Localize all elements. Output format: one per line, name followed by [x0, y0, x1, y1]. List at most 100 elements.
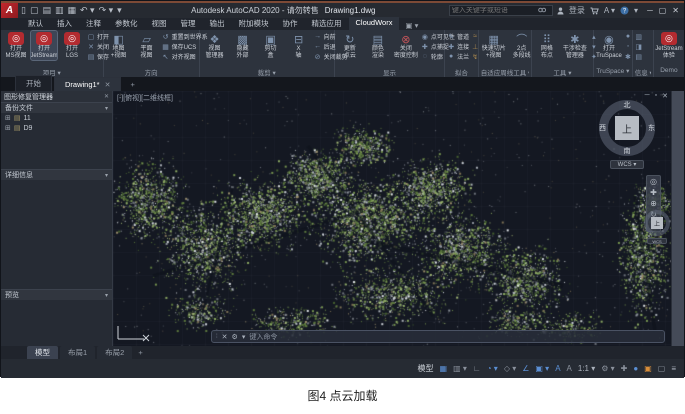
- help-icon[interactable]: ?: [620, 6, 629, 15]
- quick-slice-view-button[interactable]: ▦ 快速切片 +视图: [481, 31, 507, 60]
- layout-tab-layout1[interactable]: 布局1: [60, 346, 95, 359]
- wcs-dropdown[interactable]: WCS ▾: [610, 160, 644, 169]
- polar-tracking-toggle[interactable]: ◔ ▾: [487, 364, 498, 373]
- grid-display-toggle[interactable]: ▦: [440, 364, 448, 373]
- viewcube-compass-ring[interactable]: 北 南 西 东 上: [599, 100, 655, 156]
- viewcube[interactable]: 北 南 西 东 上 WCS ▾: [596, 100, 658, 169]
- fit-pipe-button[interactable]: ✎管道≈: [447, 32, 479, 41]
- annotation-scale-control[interactable]: 1:1 ▾: [578, 364, 595, 373]
- command-close-icon[interactable]: ✕: [222, 333, 228, 341]
- object-snap-tracking-toggle[interactable]: ∠: [522, 364, 529, 373]
- command-recent-dropdown-icon[interactable]: ▾: [242, 333, 246, 341]
- map-view-button[interactable]: ◧ 地图 +视图: [106, 31, 132, 60]
- save-as-button[interactable]: ▥: [55, 5, 64, 16]
- info-extra-1[interactable]: ▥: [635, 32, 643, 41]
- truspace-mini-viewcube[interactable]: ─ ▫ 上 WCS: [639, 203, 671, 244]
- file-tab-drawing1[interactable]: Drawing1* ✕: [54, 77, 121, 91]
- clean-screen-toggle[interactable]: ▢: [658, 364, 666, 373]
- tab-manage[interactable]: 管理: [174, 17, 203, 30]
- annotation-monitor-toggle[interactable]: ✚: [621, 364, 628, 373]
- open-file-button[interactable]: ▢: [30, 5, 39, 16]
- backup-file-item[interactable]: ⊞ ▤ 11: [1, 113, 112, 123]
- expand-icon[interactable]: ⊞: [5, 124, 11, 132]
- undo-button[interactable]: ↶ ▾: [80, 5, 95, 16]
- hide-outside-button[interactable]: ▩ 隐藏 外部: [230, 31, 256, 60]
- ortho-mode-toggle[interactable]: ∟: [473, 364, 481, 373]
- viewcube-top-face[interactable]: 上: [615, 116, 639, 140]
- grid-points-button[interactable]: ⠿ 网格 布点: [534, 31, 560, 60]
- tab-output[interactable]: 输出: [203, 17, 232, 30]
- clip-box-button[interactable]: ▣ 剪切 盒: [258, 31, 284, 60]
- mini-window-controls[interactable]: ─ ▫: [639, 203, 671, 209]
- expand-icon[interactable]: ⊞: [5, 114, 11, 122]
- tab-addins[interactable]: 附加模块: [232, 17, 276, 30]
- isometric-drafting-toggle[interactable]: ◇ ▾: [504, 364, 516, 373]
- pan-button[interactable]: ✚: [650, 187, 657, 198]
- command-grip-icon[interactable]: ⁞: [216, 334, 218, 340]
- two-point-polyline-button[interactable]: ⌒ 2点 多段线: [509, 31, 535, 60]
- sign-in-button[interactable]: 登录: [569, 5, 585, 16]
- tab-home[interactable]: 默认: [21, 17, 50, 30]
- navigation-wheel-button[interactable]: ◎: [650, 176, 657, 187]
- group-label-polyline-tools[interactable]: 自适应周线工具 ▾: [481, 67, 529, 77]
- help-search-box[interactable]: [449, 5, 553, 16]
- search-input[interactable]: [452, 7, 538, 14]
- density-control-off-button[interactable]: ⊗ 关闭 密度控制: [393, 31, 419, 60]
- plan-view-button[interactable]: ▱ 平面 视图: [134, 31, 160, 60]
- tab-cloudworx[interactable]: CloudWorx: [349, 17, 400, 30]
- graphics-performance-toggle[interactable]: ●: [633, 364, 638, 373]
- group-label-tools[interactable]: 工具 ▾: [534, 67, 591, 77]
- help-dropdown[interactable]: ▾: [634, 6, 638, 15]
- x-axis-slice-button[interactable]: ⊟ X 轴: [286, 31, 312, 60]
- viewport-restore-icon[interactable]: ▫: [655, 92, 657, 100]
- tab-view[interactable]: 视图: [145, 17, 174, 30]
- tab-featured-apps[interactable]: 精选应用: [305, 17, 349, 30]
- open-truspace-button[interactable]: ◉ 打开 TruSpace: [596, 31, 622, 60]
- info-extra-3[interactable]: ▤: [635, 52, 643, 61]
- close-tab-icon[interactable]: ✕: [105, 81, 111, 89]
- ribbon-options-icon[interactable]: ▣ ▾: [405, 21, 418, 30]
- open-lgs-button[interactable]: ◎ 打开 LGS: [59, 31, 85, 60]
- mini-top-face[interactable]: 上: [651, 217, 663, 229]
- minimize-button[interactable]: ─: [647, 6, 653, 15]
- maximize-button[interactable]: ▢: [659, 6, 667, 15]
- new-file-button[interactable]: ▯: [21, 5, 26, 16]
- backup-file-item[interactable]: ⊞ ▤ D9: [1, 123, 112, 133]
- add-layout-button[interactable]: +: [134, 348, 146, 357]
- open-msview-button[interactable]: ◎ 打开 MS视图: [3, 31, 29, 60]
- command-line-bar[interactable]: ⁞ ✕ ⚙ ▾ 键入命令: [211, 330, 665, 343]
- viewport-close-icon[interactable]: ✕: [662, 92, 668, 100]
- fit-connect-button[interactable]: ✚连接⊥: [447, 42, 479, 51]
- truspace-extra-2[interactable]: ◦: [624, 42, 632, 51]
- new-tab-button[interactable]: +: [126, 78, 138, 91]
- tab-annotate[interactable]: 注释: [79, 17, 108, 30]
- command-customize-icon[interactable]: ⚙: [232, 333, 238, 341]
- workspace-switcher[interactable]: ⚙ ▾: [601, 364, 614, 373]
- compass-east-label[interactable]: 东: [648, 123, 655, 133]
- object-snap-toggle[interactable]: ▣ ▾: [535, 364, 549, 373]
- drawing-canvas-area[interactable]: [-][俯视][二维线框] ─ ▫ ✕ 北 南 西 东 上 WCS ▾ ◎✚⊕↻…: [113, 91, 671, 346]
- close-button[interactable]: ✕: [672, 6, 679, 15]
- group-label-truspace[interactable]: TruSpace ▾: [596, 67, 630, 77]
- viewport-minimize-icon[interactable]: ─: [645, 92, 650, 100]
- app-store-cart-icon[interactable]: [590, 7, 599, 15]
- mini-compass-ring[interactable]: 上: [644, 210, 670, 236]
- save-button[interactable]: ▤: [42, 5, 51, 16]
- open-jetstream-button[interactable]: ◎ 打开 JetStream: [31, 31, 57, 60]
- snap-mode-toggle[interactable]: ▥ ▾: [453, 364, 467, 373]
- backup-files-section-header[interactable]: 备份文件 ▾: [1, 102, 112, 113]
- details-section-header[interactable]: 详细信息 ▾: [1, 169, 112, 180]
- command-input[interactable]: 键入命令: [249, 332, 277, 342]
- compass-north-label[interactable]: 北: [624, 100, 631, 110]
- app-menu-button[interactable]: A: [1, 3, 18, 18]
- truspace-extra-3[interactable]: ✱: [624, 52, 632, 61]
- layout-tab-layout2[interactable]: 布局2: [97, 346, 132, 359]
- update-pointcloud-button[interactable]: ↻ 更新 点云: [337, 31, 363, 60]
- redo-button[interactable]: ↷ ▾: [99, 5, 114, 16]
- fit-flange-button[interactable]: ●法兰↯: [447, 52, 479, 61]
- model-space-toggle[interactable]: 模型: [418, 363, 434, 374]
- customize-menu[interactable]: ≡: [671, 364, 676, 373]
- preview-section-header[interactable]: 预览 ▾: [1, 289, 112, 300]
- view-manager-button[interactable]: ❖ 视图 管理器: [202, 31, 228, 60]
- viewport-controls-label[interactable]: [-][俯视][二维线框]: [117, 93, 173, 103]
